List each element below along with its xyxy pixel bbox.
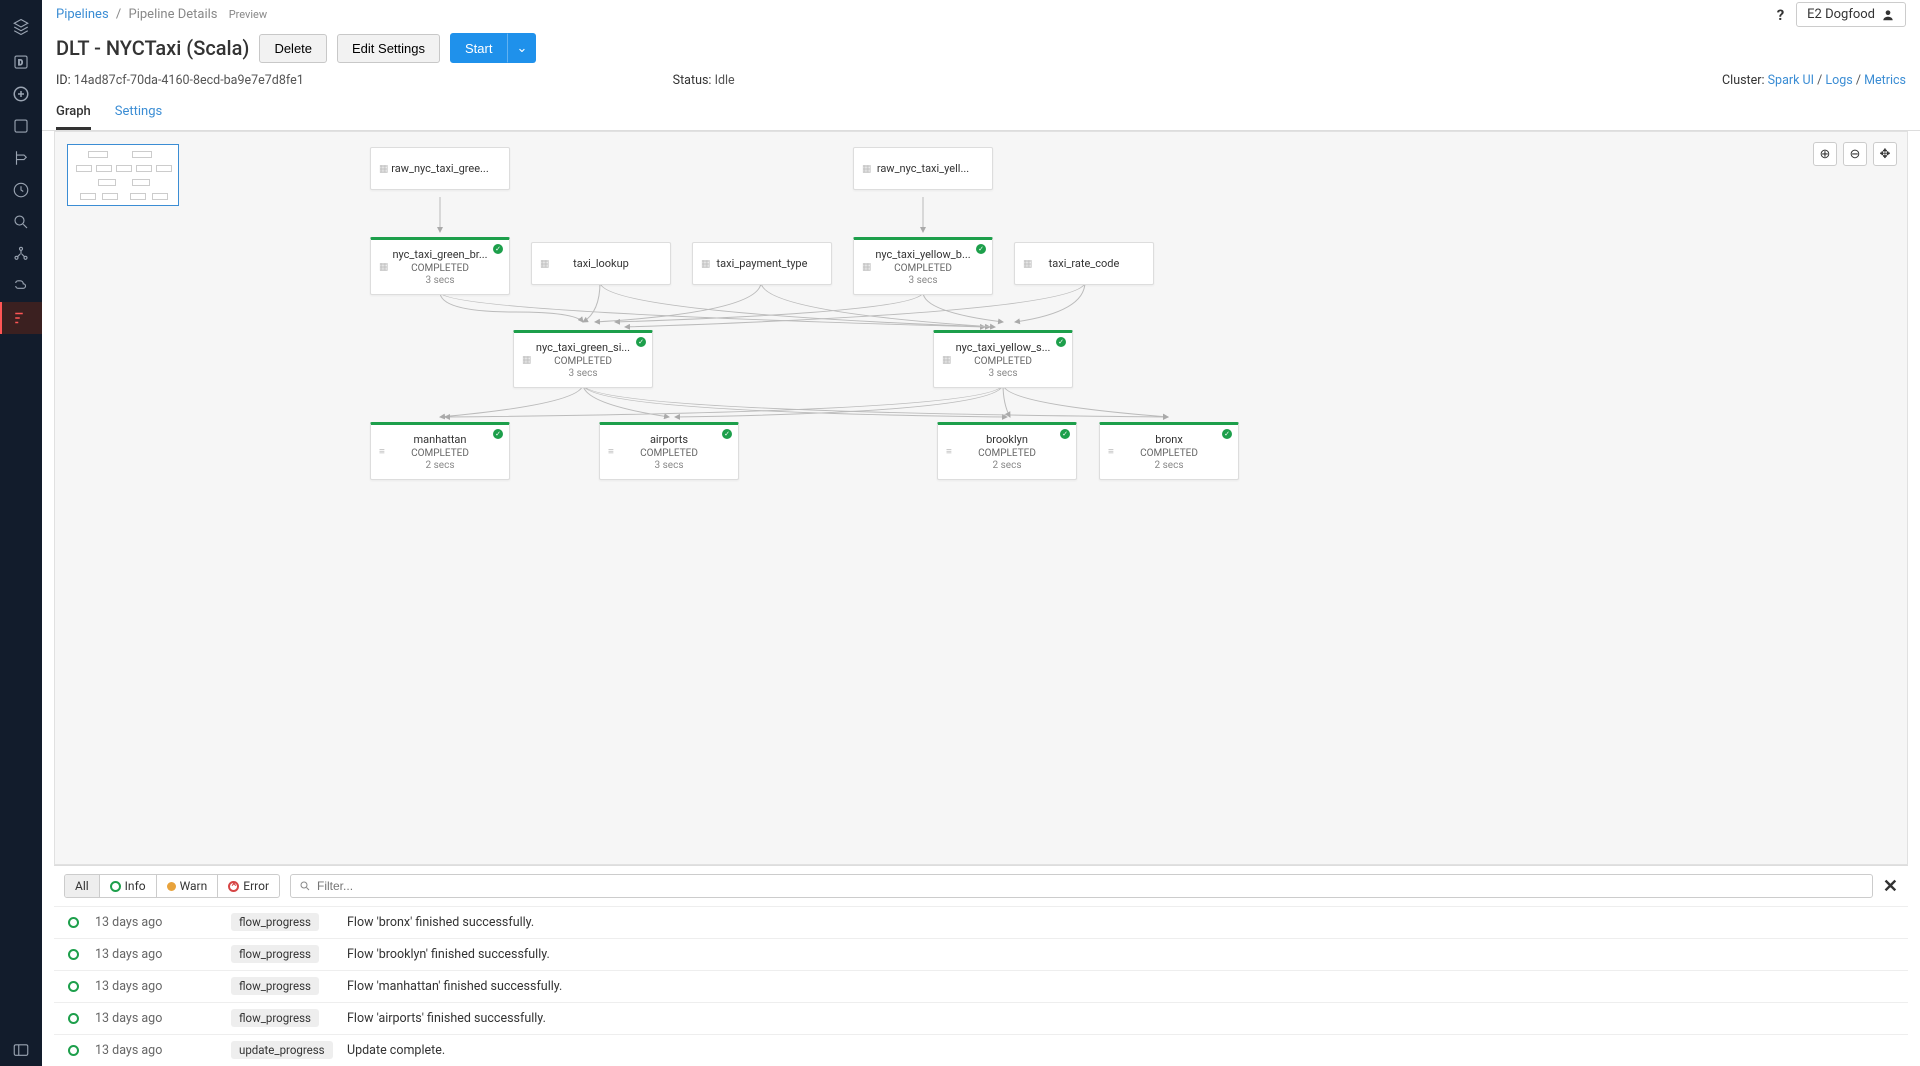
log-message: Flow 'brooklyn' finished successfully. xyxy=(347,947,1894,962)
node-yellow-s[interactable]: ▦✓nyc_taxi_yellow_s...COMPLETED3 secs xyxy=(933,330,1073,388)
log-event: flow_progress xyxy=(231,1009,319,1027)
node-green-br[interactable]: ▦✓nyc_taxi_green_br...COMPLETED3 secs xyxy=(370,237,510,295)
search-icon[interactable] xyxy=(0,206,42,238)
status-icon xyxy=(68,981,79,992)
log-time: 13 days ago xyxy=(95,947,215,962)
status-label: Status: xyxy=(673,73,712,88)
log-row[interactable]: 13 days ago flow_progress Flow 'bronx' f… xyxy=(54,906,1908,938)
log-event: update_progress xyxy=(231,1041,333,1059)
start-button[interactable]: Start xyxy=(450,33,507,63)
left-sidebar: D xyxy=(0,0,42,1066)
log-message: Flow 'manhattan' finished successfully. xyxy=(347,979,1894,994)
pipeline-id: 14ad87cf-70da-4160-8ecd-ba9e7e7d8fe1 xyxy=(74,73,304,88)
compute-icon[interactable] xyxy=(0,270,42,302)
svg-text:D: D xyxy=(18,58,23,67)
cluster-label: Cluster: xyxy=(1722,73,1765,88)
logo-icon[interactable] xyxy=(0,8,42,46)
node-green-si[interactable]: ▦✓nyc_taxi_green_si...COMPLETED3 secs xyxy=(513,330,653,388)
preview-tag: Preview xyxy=(229,8,267,21)
node-raw-yellow[interactable]: ▦raw_nyc_taxi_yell... xyxy=(853,147,993,190)
user-menu[interactable]: E2 Dogfood xyxy=(1796,2,1906,27)
user-name: E2 Dogfood xyxy=(1807,7,1875,22)
status-icon xyxy=(68,1013,79,1024)
page-title: DLT - NYCTaxi (Scala) xyxy=(56,36,249,60)
create-icon[interactable] xyxy=(0,78,42,110)
logs-link[interactable]: Logs xyxy=(1825,73,1852,88)
panel-icon[interactable] xyxy=(0,1034,42,1066)
spark-ui-link[interactable]: Spark UI xyxy=(1768,73,1814,88)
node-airports[interactable]: ≡✓airportsCOMPLETED3 secs xyxy=(599,422,739,480)
tab-graph[interactable]: Graph xyxy=(56,96,91,130)
log-event: flow_progress xyxy=(231,913,319,931)
status-icon xyxy=(68,917,79,928)
delete-button[interactable]: Delete xyxy=(259,34,327,63)
search-icon xyxy=(299,880,311,892)
metrics-link[interactable]: Metrics xyxy=(1864,73,1906,88)
node-manhattan[interactable]: ≡✓manhattanCOMPLETED2 secs xyxy=(370,422,510,480)
tab-settings[interactable]: Settings xyxy=(115,96,162,130)
help-icon[interactable]: ? xyxy=(1777,6,1784,24)
graph-canvas[interactable]: ⊕ ⊖ ✥ xyxy=(54,131,1908,865)
node-yellow-b[interactable]: ▦✓nyc_taxi_yellow_b...COMPLETED3 secs xyxy=(853,237,993,295)
close-log-icon[interactable]: ✕ xyxy=(1883,876,1898,897)
log-row[interactable]: 13 days ago flow_progress Flow 'brooklyn… xyxy=(54,938,1908,970)
recents-icon[interactable] xyxy=(0,174,42,206)
repos-icon[interactable] xyxy=(0,142,42,174)
log-row[interactable]: 13 days ago update_progress Update compl… xyxy=(54,1034,1908,1066)
log-row[interactable]: 13 days ago flow_progress Flow 'airports… xyxy=(54,1002,1908,1034)
node-raw-green[interactable]: ▦raw_nyc_taxi_gree... xyxy=(370,147,510,190)
filter-error[interactable]: Error xyxy=(218,875,279,897)
log-message: Update complete. xyxy=(347,1043,1894,1058)
log-message: Flow 'airports' finished successfully. xyxy=(347,1011,1894,1026)
node-bronx[interactable]: ≡✓bronxCOMPLETED2 secs xyxy=(1099,422,1239,480)
node-rate-code[interactable]: ▦taxi_rate_code xyxy=(1014,242,1154,285)
edit-settings-button[interactable]: Edit Settings xyxy=(337,34,440,63)
status-icon xyxy=(68,949,79,960)
node-brooklyn[interactable]: ≡✓brooklynCOMPLETED2 secs xyxy=(937,422,1077,480)
log-time: 13 days ago xyxy=(95,1011,215,1026)
id-label: ID: xyxy=(56,73,71,88)
log-time: 13 days ago xyxy=(95,979,215,994)
log-time: 13 days ago xyxy=(95,1043,215,1058)
filter-input[interactable] xyxy=(317,879,1864,893)
breadcrumb-root[interactable]: Pipelines xyxy=(56,7,109,22)
filter-info[interactable]: Info xyxy=(100,875,157,897)
node-taxi-payment[interactable]: ▦taxi_payment_type xyxy=(692,242,832,285)
user-icon xyxy=(1881,8,1895,22)
breadcrumb-current: Pipeline Details xyxy=(129,7,218,22)
log-message: Flow 'bronx' finished successfully. xyxy=(347,915,1894,930)
workspace-icon[interactable] xyxy=(0,110,42,142)
filter-all[interactable]: All xyxy=(65,875,100,897)
log-event: flow_progress xyxy=(231,977,319,995)
data-icon[interactable]: D xyxy=(0,46,42,78)
status-value: Idle xyxy=(715,73,735,88)
log-row[interactable]: 13 days ago flow_progress Flow 'manhatta… xyxy=(54,970,1908,1002)
pipelines-icon[interactable] xyxy=(0,302,42,334)
filter-warn[interactable]: Warn xyxy=(157,875,219,897)
models-icon[interactable] xyxy=(0,238,42,270)
log-time: 13 days ago xyxy=(95,915,215,930)
start-dropdown[interactable]: ⌄ xyxy=(507,33,536,63)
node-taxi-lookup[interactable]: ▦taxi_lookup xyxy=(531,242,671,285)
status-icon xyxy=(68,1045,79,1056)
log-panel: All Info Warn Error ✕ 13 days ago flow_p… xyxy=(54,865,1908,1066)
log-event: flow_progress xyxy=(231,945,319,963)
